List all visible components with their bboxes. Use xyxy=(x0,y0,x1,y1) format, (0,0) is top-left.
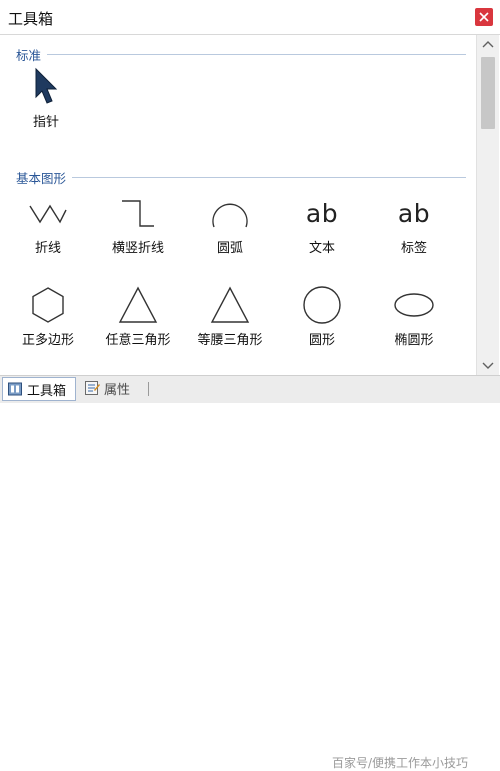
scroll-up-button[interactable] xyxy=(477,37,499,53)
section-header-standard[interactable]: 标准 xyxy=(0,45,476,64)
section-title-basic-shapes: 基本图形 xyxy=(16,168,73,187)
tool-regular-polygon[interactable]: 正多边形 xyxy=(2,285,94,355)
tool-label: 标签 xyxy=(400,241,427,256)
tool-label: 圆形 xyxy=(308,333,335,348)
tool-orthogonal-polyline[interactable]: 横竖折线 xyxy=(92,193,184,263)
tool-label: 圆弧 xyxy=(216,241,243,256)
bottom-tab-bar: 工具箱 属性 百家号/便携工作本小技巧 xyxy=(0,375,500,770)
window-title: 工具箱 xyxy=(8,10,54,28)
toolbox-icon xyxy=(7,381,23,397)
section-title-standard: 标准 xyxy=(16,45,48,64)
vertical-scrollbar[interactable] xyxy=(476,35,499,375)
text-icon: ab xyxy=(305,198,339,228)
orthogonal-polyline-icon xyxy=(122,200,154,227)
tool-text[interactable]: ab 文本 xyxy=(276,193,368,263)
tab-label: 属性 xyxy=(104,382,131,398)
title-bar: 工具箱 xyxy=(0,0,500,35)
circle-icon xyxy=(303,286,341,324)
tool-label: 正多边形 xyxy=(21,333,74,348)
tool-label: 横竖折线 xyxy=(111,241,164,256)
close-button[interactable] xyxy=(475,8,493,26)
close-icon xyxy=(479,12,489,22)
tool-triangle[interactable]: 任意三角形 xyxy=(92,285,184,355)
chevron-up-icon xyxy=(482,41,494,48)
toolbox-content: 标准 指针 基本图形 折线 横竖折线 圆弧 ab 文本 ab 标签 正多边形 任… xyxy=(0,35,476,375)
tool-label: 任意三角形 xyxy=(105,333,171,348)
hexagon-icon xyxy=(32,287,64,323)
label-icon: ab xyxy=(397,198,431,228)
tab-toolbox[interactable]: 工具箱 xyxy=(2,377,76,401)
tool-arc[interactable]: 圆弧 xyxy=(184,193,276,263)
pointer-arrow-icon xyxy=(35,67,58,104)
tool-label-shape[interactable]: ab 标签 xyxy=(368,193,460,263)
triangle-icon xyxy=(118,286,158,323)
tool-isosceles-triangle[interactable]: 等腰三角形 xyxy=(184,285,276,355)
tool-label: 椭圆形 xyxy=(394,333,434,348)
properties-icon xyxy=(84,380,100,396)
tool-pointer[interactable]: 指针 xyxy=(0,67,92,137)
tool-label: 等腰三角形 xyxy=(197,333,263,348)
tab-label: 工具箱 xyxy=(27,383,67,399)
section-divider xyxy=(16,177,466,178)
section-divider xyxy=(16,54,466,55)
polyline-icon xyxy=(29,204,67,224)
chevron-down-icon xyxy=(482,362,494,369)
ellipse-icon xyxy=(394,293,434,317)
scroll-down-button[interactable] xyxy=(477,357,499,373)
tool-polyline[interactable]: 折线 xyxy=(2,193,94,263)
toolbox-panel: 工具箱 标准 指针 基本图形 折线 横竖折线 圆弧 ab 文本 ab 标签 正多… xyxy=(0,0,500,770)
tool-label: 指针 xyxy=(32,115,59,130)
tool-label: 文本 xyxy=(308,241,335,256)
isosceles-triangle-icon xyxy=(210,286,250,323)
section-header-basic-shapes[interactable]: 基本图形 xyxy=(0,168,476,187)
tab-separator xyxy=(148,382,149,396)
tool-circle[interactable]: 圆形 xyxy=(276,285,368,355)
scroll-thumb[interactable] xyxy=(481,57,495,129)
watermark-text: 百家号/便携工作本小技巧 xyxy=(332,756,469,770)
arc-icon xyxy=(212,203,248,228)
tool-label: 折线 xyxy=(34,241,61,256)
tab-properties[interactable]: 属性 xyxy=(80,377,144,399)
tool-ellipse[interactable]: 椭圆形 xyxy=(368,285,460,355)
